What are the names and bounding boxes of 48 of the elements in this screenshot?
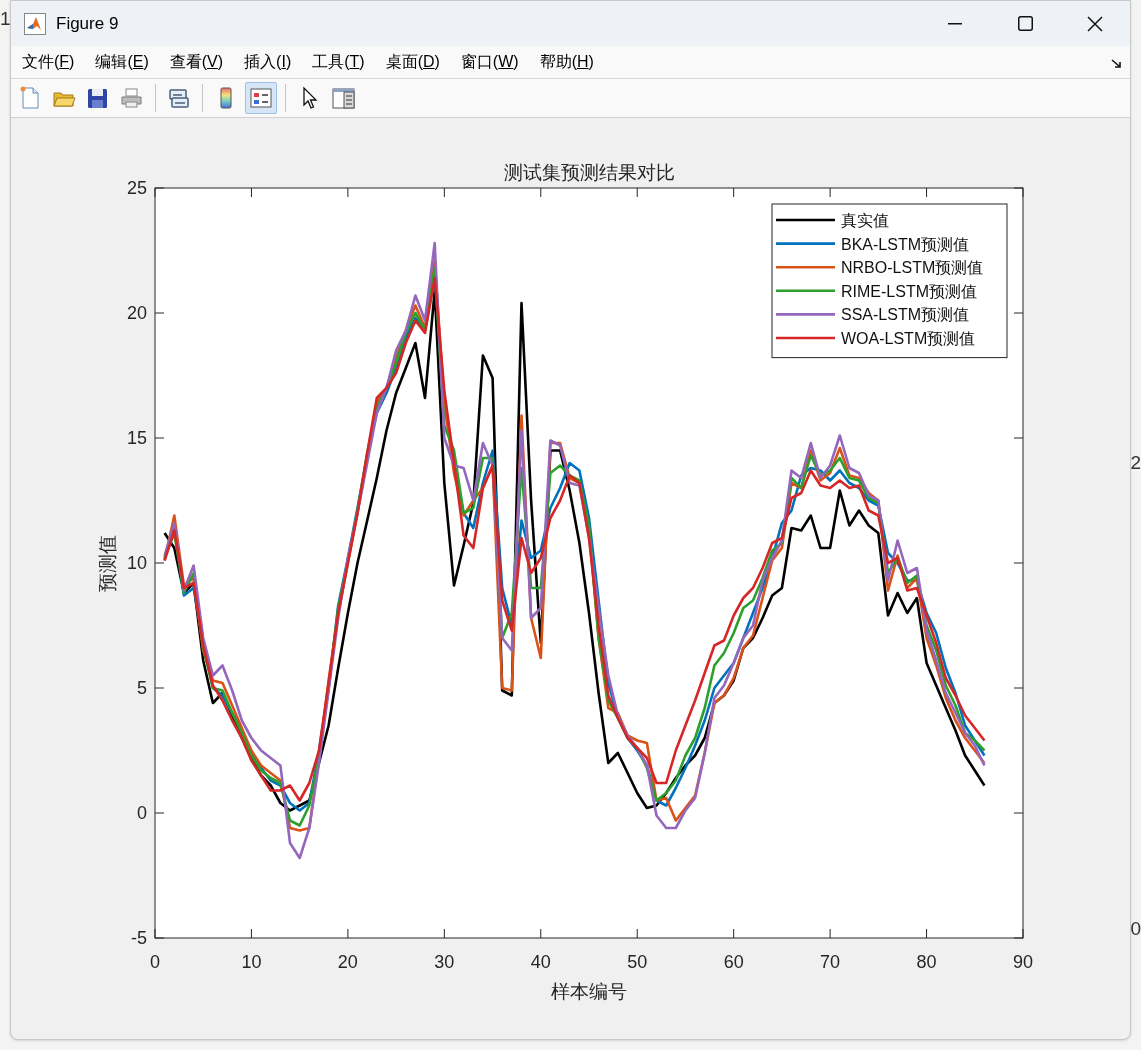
- tick-label: 5: [137, 678, 147, 698]
- window-title: Figure 9: [56, 12, 119, 35]
- background-text: 2: [1130, 452, 1141, 474]
- tick-label: 10: [241, 952, 262, 972]
- tick-label: 0: [137, 803, 147, 823]
- linked-windows-icon: [167, 86, 191, 110]
- background-text: 1: [0, 8, 11, 30]
- tick-label: 25: [126, 178, 147, 198]
- legend-label: BKA-LSTM预测值: [841, 235, 969, 253]
- app-logo-icon: [24, 12, 46, 35]
- tick-label: 90: [1013, 952, 1033, 972]
- tick-label: 60: [723, 952, 744, 972]
- menu-item[interactable]: 查看(V): [167, 52, 226, 72]
- tick-label: 80: [916, 952, 937, 972]
- tick-label: 40: [530, 952, 551, 972]
- background-text: 0: [1130, 918, 1141, 940]
- legend-label: NRBO-LSTM预测值: [841, 259, 984, 277]
- tick-label: 70: [820, 952, 841, 972]
- menu-item[interactable]: 插入(I): [242, 52, 294, 72]
- close-icon: [1087, 15, 1103, 32]
- menu-item[interactable]: 文件(F): [20, 52, 77, 72]
- property-panel-icon: [331, 86, 355, 110]
- menu-item[interactable]: 编辑(E): [93, 52, 151, 72]
- chart-title: 测试集预测结果对比: [503, 162, 675, 183]
- menu-item[interactable]: 工具(T): [310, 52, 367, 72]
- legend-label: 真实值: [841, 212, 889, 229]
- tick-label: 30: [434, 952, 455, 972]
- tick-label: 20: [126, 303, 147, 323]
- tick-label: 10: [126, 553, 147, 573]
- new-file-icon: [18, 86, 42, 110]
- menu-item[interactable]: 帮助(H): [537, 52, 596, 72]
- legend-label: WOA-LSTM预测值: [841, 330, 976, 347]
- printer-icon: [120, 86, 144, 110]
- legend-icon: [249, 86, 273, 110]
- y-axis-label: 预测值: [97, 534, 118, 592]
- tick-label: 50: [627, 952, 648, 972]
- menu-item[interactable]: 窗口(W): [458, 52, 521, 72]
- tick-label: 0: [150, 952, 160, 972]
- dock-arrow-icon[interactable]: [1111, 59, 1122, 69]
- tick-label: -5: [131, 928, 147, 948]
- tick-label: 20: [337, 952, 358, 972]
- x-axis-label: 样本编号: [551, 981, 627, 1002]
- menu-item[interactable]: 桌面(D): [383, 52, 442, 72]
- minimize-icon: [948, 22, 962, 25]
- legend-label: RIME-LSTM预测值: [841, 282, 977, 300]
- tick-label: 15: [126, 428, 147, 448]
- legend-label: SSA-LSTM预测值: [841, 306, 969, 324]
- maximize-icon: [1017, 16, 1033, 31]
